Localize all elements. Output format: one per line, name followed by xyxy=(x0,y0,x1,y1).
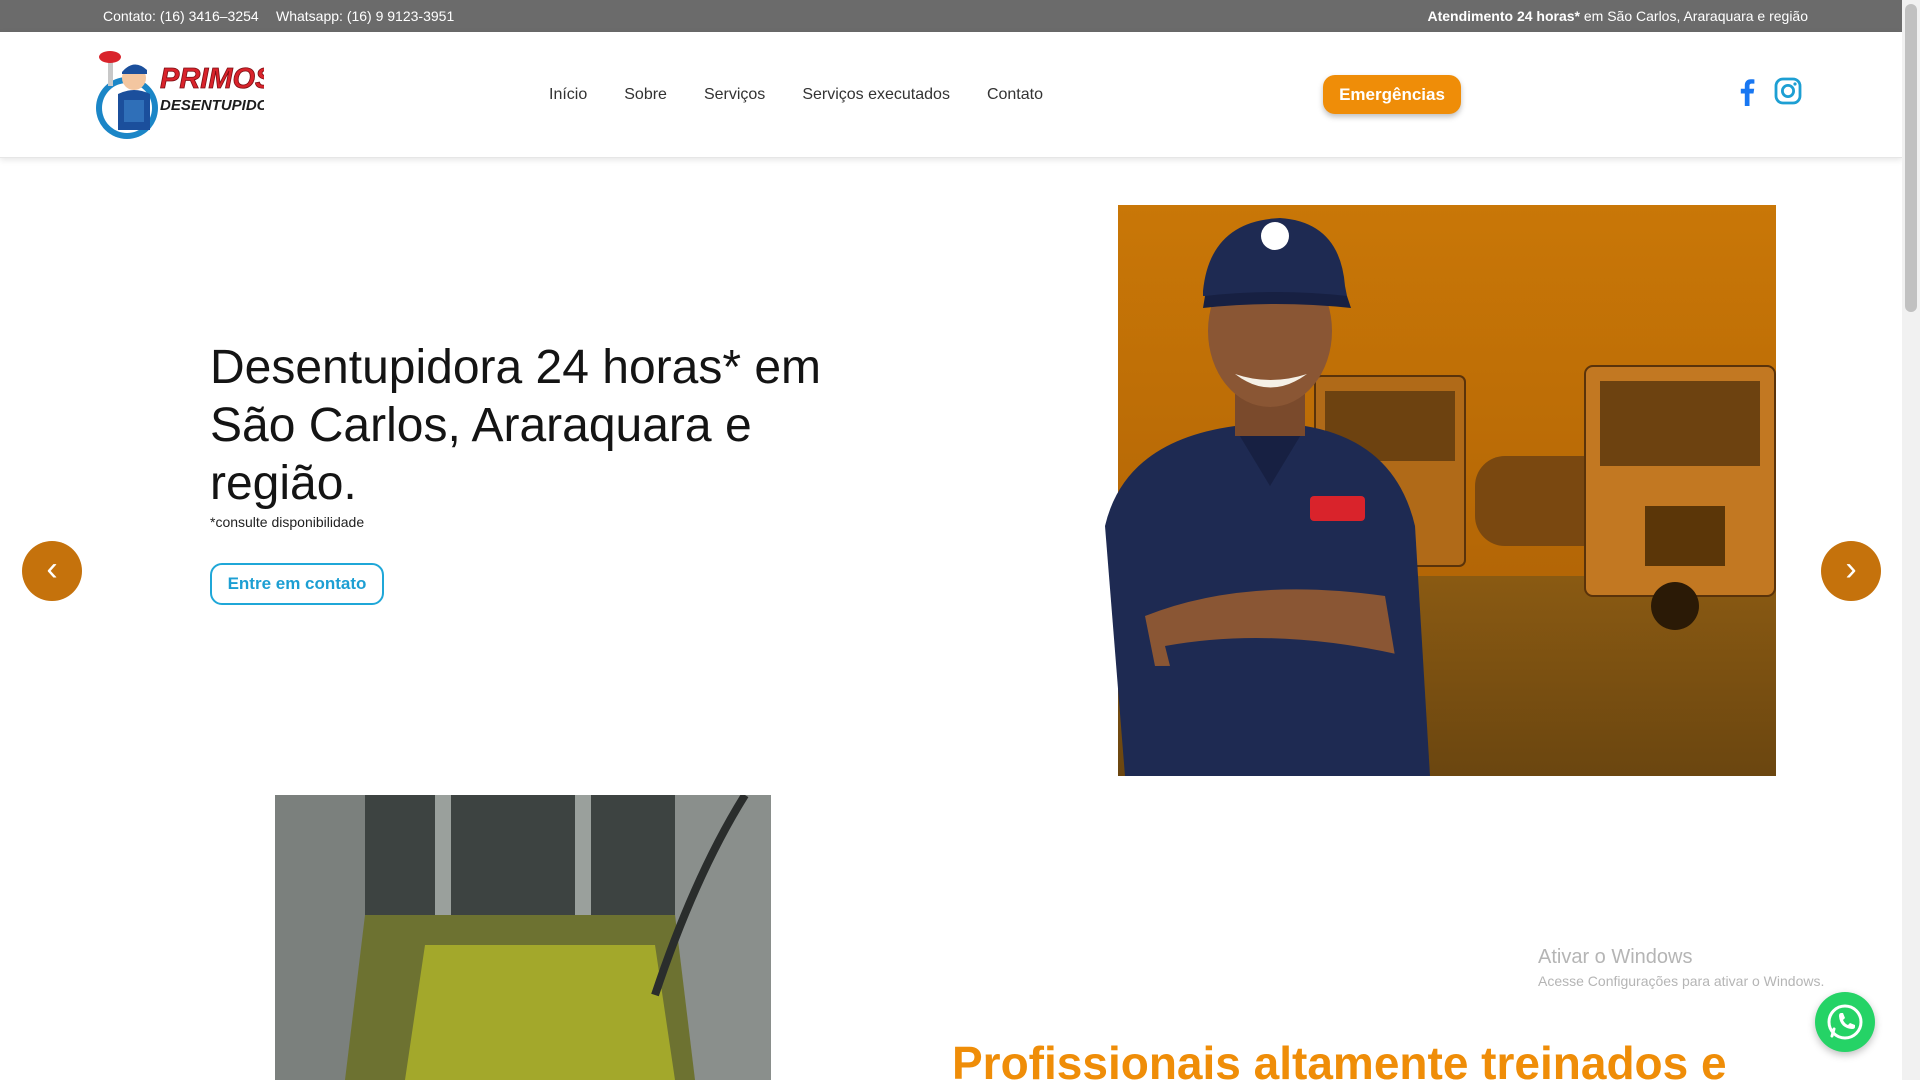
logo-mascot-cap-shape xyxy=(122,64,147,74)
contact-cta-button[interactable]: Entre em contato xyxy=(210,563,384,605)
brand-logo[interactable]: PRIMOS DESENTUPIDORA xyxy=(94,48,264,144)
nav-item-inicio[interactable]: Início xyxy=(549,86,587,104)
windows-activation-subtitle: Acesse Configurações para ativar o Windo… xyxy=(1538,973,1825,989)
logo-text-primos: PRIMOS xyxy=(160,63,264,95)
service-area-text: Atendimento 24 horas* em São Carlos, Ara… xyxy=(1428,8,1809,24)
carousel-prev-button[interactable]: ‹ xyxy=(22,541,82,601)
main-nav: Início Sobre Serviços Serviços executado… xyxy=(549,86,1080,104)
section-heading: Profissionais altamente treinados e xyxy=(952,1037,1727,1080)
page-scrollbar[interactable] xyxy=(1902,0,1920,1080)
scrollbar-thumb[interactable] xyxy=(1905,4,1917,312)
facebook-icon[interactable] xyxy=(1732,76,1762,106)
top-info-bar: Contato: (16) 3416–3254 Whatsapp: (16) 9… xyxy=(0,0,1902,32)
emergency-button[interactable]: Emergências xyxy=(1323,75,1461,114)
service-pit-image xyxy=(275,795,771,1080)
carousel-next-button[interactable]: › xyxy=(1821,541,1881,601)
instagram-icon[interactable] xyxy=(1773,76,1803,106)
service-area: em São Carlos, Araraquara e região xyxy=(1579,8,1808,24)
whatsapp-float-button[interactable] xyxy=(1815,992,1875,1052)
site-header: PRIMOS DESENTUPIDORA Início Sobre Serviç… xyxy=(0,32,1902,158)
whatsapp-icon xyxy=(1827,1004,1863,1040)
logo-plunger-cup-shape xyxy=(99,51,121,63)
nav-item-contato[interactable]: Contato xyxy=(987,86,1043,104)
hero-technician-image xyxy=(1105,205,1776,776)
hero-availability-note: *consulte disponibilidade xyxy=(210,514,365,530)
nav-item-servicos-executados[interactable]: Serviços executados xyxy=(802,86,950,104)
windows-activation-watermark: Ativar o Windows Acesse Configurações pa… xyxy=(1538,946,1824,989)
hero-title: Desentupidora 24 horas* em São Carlos, A… xyxy=(210,341,822,510)
nav-item-sobre[interactable]: Sobre xyxy=(624,86,667,104)
logo-mascot-overall-shape xyxy=(124,100,144,122)
windows-activation-title: Ativar o Windows xyxy=(1538,946,1693,968)
whatsapp-phone[interactable]: Whatsapp: (16) 9 9123-3951 xyxy=(276,8,454,24)
logo-text-desentupidora: DESENTUPIDORA xyxy=(160,97,264,114)
nav-item-servicos[interactable]: Serviços xyxy=(704,86,765,104)
contact-phone[interactable]: Contato: (16) 3416–3254 xyxy=(103,8,259,24)
service-hours: Atendimento 24 horas* xyxy=(1427,8,1580,24)
